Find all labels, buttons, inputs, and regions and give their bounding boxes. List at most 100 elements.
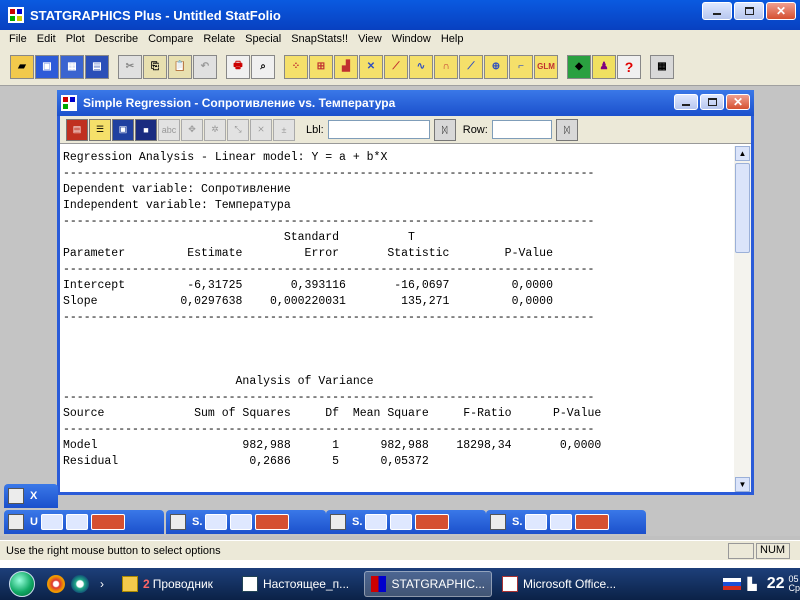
menu-help[interactable]: Help (436, 33, 469, 45)
restore-button[interactable] (205, 514, 228, 530)
xy-plot-button[interactable]: ✕ (359, 54, 383, 79)
child-title-bar[interactable]: Simple Regression - Сопротивление vs. Те… (57, 90, 754, 116)
save-button[interactable]: ▣ (35, 54, 59, 79)
russian-flag-icon[interactable] (723, 578, 742, 590)
help-button[interactable]: ? (617, 54, 641, 79)
scatterplot-button[interactable]: ⁘ (284, 54, 308, 79)
app-title-bar[interactable]: STATGRAPHICS Plus - Untitled StatFolio ✕ (0, 0, 800, 30)
minimized-window-s3[interactable]: S. (486, 510, 646, 534)
minimized-label: S. (352, 516, 363, 528)
menu-relate[interactable]: Relate (198, 33, 240, 45)
analysis-options-button[interactable]: ☰ (89, 118, 111, 141)
tabular-options-button[interactable]: ▣ (112, 118, 134, 141)
maximize-button[interactable] (390, 514, 413, 530)
undo-button[interactable]: ↶ (193, 54, 217, 79)
close-button[interactable] (575, 514, 610, 530)
minimized-window-s1[interactable]: S. (166, 510, 326, 534)
close-button[interactable] (255, 514, 290, 530)
clock-hour[interactable]: 22 (767, 575, 785, 593)
report-scrollbar[interactable]: ▲ ▼ (734, 146, 751, 492)
datasheet-button[interactable]: ▦ (60, 54, 84, 79)
scroll-down-icon[interactable]: ▼ (735, 477, 750, 492)
regression-report[interactable]: Regression Analysis - Linear model: Y = … (60, 146, 731, 492)
report-line: ----------------------------------------… (63, 215, 595, 228)
task-ms-office[interactable]: Microsoft Office... (496, 571, 626, 597)
floppy-icon: ■ (143, 124, 149, 135)
minimized-window-u[interactable]: U (4, 510, 164, 534)
calculator-button[interactable]: ▦ (650, 54, 674, 79)
maximize-button[interactable] (230, 514, 253, 530)
restore-button[interactable] (40, 514, 63, 530)
globe-button[interactable]: ⊕ (484, 54, 508, 79)
boxplot-button[interactable]: ⊞ (309, 54, 333, 79)
regression-plot-button[interactable]: ⟋ (384, 54, 408, 79)
statadvisor-button[interactable]: ◆ (567, 54, 591, 79)
print-preview-button[interactable]: ⌕ (251, 54, 275, 79)
minimized-window-x[interactable]: X (4, 484, 58, 508)
restore-button[interactable] (365, 514, 388, 530)
start-button[interactable] (0, 568, 44, 600)
scroll-thumb[interactable] (735, 163, 750, 253)
zoom-button[interactable]: ✲ (204, 118, 226, 141)
menu-edit[interactable]: Edit (32, 33, 61, 45)
menu-file[interactable]: File (4, 33, 32, 45)
child-minimize-button[interactable] (674, 94, 698, 110)
save-results-button[interactable]: abc (158, 118, 180, 141)
app-maximize-button[interactable] (734, 2, 764, 20)
app-minimize-button[interactable] (702, 2, 732, 20)
task-statgraphics[interactable]: STATGRAPHIC... (364, 571, 492, 597)
opera-icon[interactable] (47, 575, 65, 593)
plus-minus-button[interactable]: ± (273, 118, 295, 141)
maximize-button[interactable] (550, 514, 573, 530)
pan-button[interactable]: ✥ (181, 118, 203, 141)
graphical-options-button[interactable]: ■ (135, 118, 157, 141)
row-input[interactable] (491, 120, 552, 139)
lbl-locate-button[interactable]: ᛞ (433, 118, 456, 141)
step-plot-button[interactable]: ⌐ (509, 54, 533, 79)
menu-plot[interactable]: Plot (61, 33, 90, 45)
statreporter-button[interactable]: ♟ (592, 54, 616, 79)
lbl-label: Lbl: (306, 123, 324, 136)
exclude-button[interactable]: ⨯ (250, 118, 272, 141)
close-button[interactable] (90, 514, 125, 530)
paste-button[interactable]: 📋 (168, 54, 192, 79)
signal-bars-icon[interactable]: ▙ (747, 577, 756, 591)
scroll-up-icon[interactable]: ▲ (735, 146, 750, 161)
brush-button[interactable]: ⤡ (227, 118, 249, 141)
menu-special[interactable]: Special (240, 33, 286, 45)
abc-icon: abc (161, 124, 177, 135)
distribution-button[interactable]: ∩ (434, 54, 458, 79)
time-series-button[interactable]: ∿ (409, 54, 433, 79)
clock-detail[interactable]: 05 Cp (788, 575, 800, 593)
input-dialog-button[interactable]: ▤ (66, 118, 88, 141)
print-button[interactable]: 🖶 (226, 54, 250, 79)
trend-icon: ⟋ (467, 61, 475, 72)
menu-window[interactable]: Window (387, 33, 436, 45)
menu-snapstats[interactable]: SnapStats!! (286, 33, 353, 45)
maximize-button[interactable] (65, 514, 88, 530)
app-title: STATGRAPHICS Plus - Untitled StatFolio (30, 7, 281, 23)
task-word-doc[interactable]: Настоящее_п... (236, 571, 360, 597)
close-button[interactable] (415, 514, 450, 530)
calculator-data-button[interactable]: ▤ (85, 54, 109, 79)
task-count-badge: 2 (143, 577, 150, 591)
menu-compare[interactable]: Compare (143, 33, 198, 45)
browser-icon[interactable] (71, 575, 89, 593)
menu-view[interactable]: View (353, 33, 387, 45)
copy-button[interactable]: ⎘ (143, 54, 167, 79)
lbl-input[interactable] (327, 120, 430, 139)
child-close-button[interactable]: ✕ (726, 94, 750, 110)
glm-button[interactable]: GLM (534, 54, 558, 79)
app-close-button[interactable]: ✕ (766, 2, 796, 20)
cut-button[interactable]: ✂ (118, 54, 142, 79)
open-folder-button[interactable]: ▰ (10, 54, 34, 79)
histogram-button[interactable]: ▟ (334, 54, 358, 79)
restore-button[interactable] (525, 514, 548, 530)
child-maximize-button[interactable] (700, 94, 724, 110)
trend-button[interactable]: ⟋ (459, 54, 483, 79)
task-explorer[interactable]: 2 Проводник (116, 571, 232, 597)
menu-describe[interactable]: Describe (90, 33, 143, 45)
minimized-window-s2[interactable]: S. (326, 510, 486, 534)
row-locate-button[interactable]: ᛞ (555, 118, 578, 141)
chevron-right-icon[interactable]: › (100, 577, 104, 591)
